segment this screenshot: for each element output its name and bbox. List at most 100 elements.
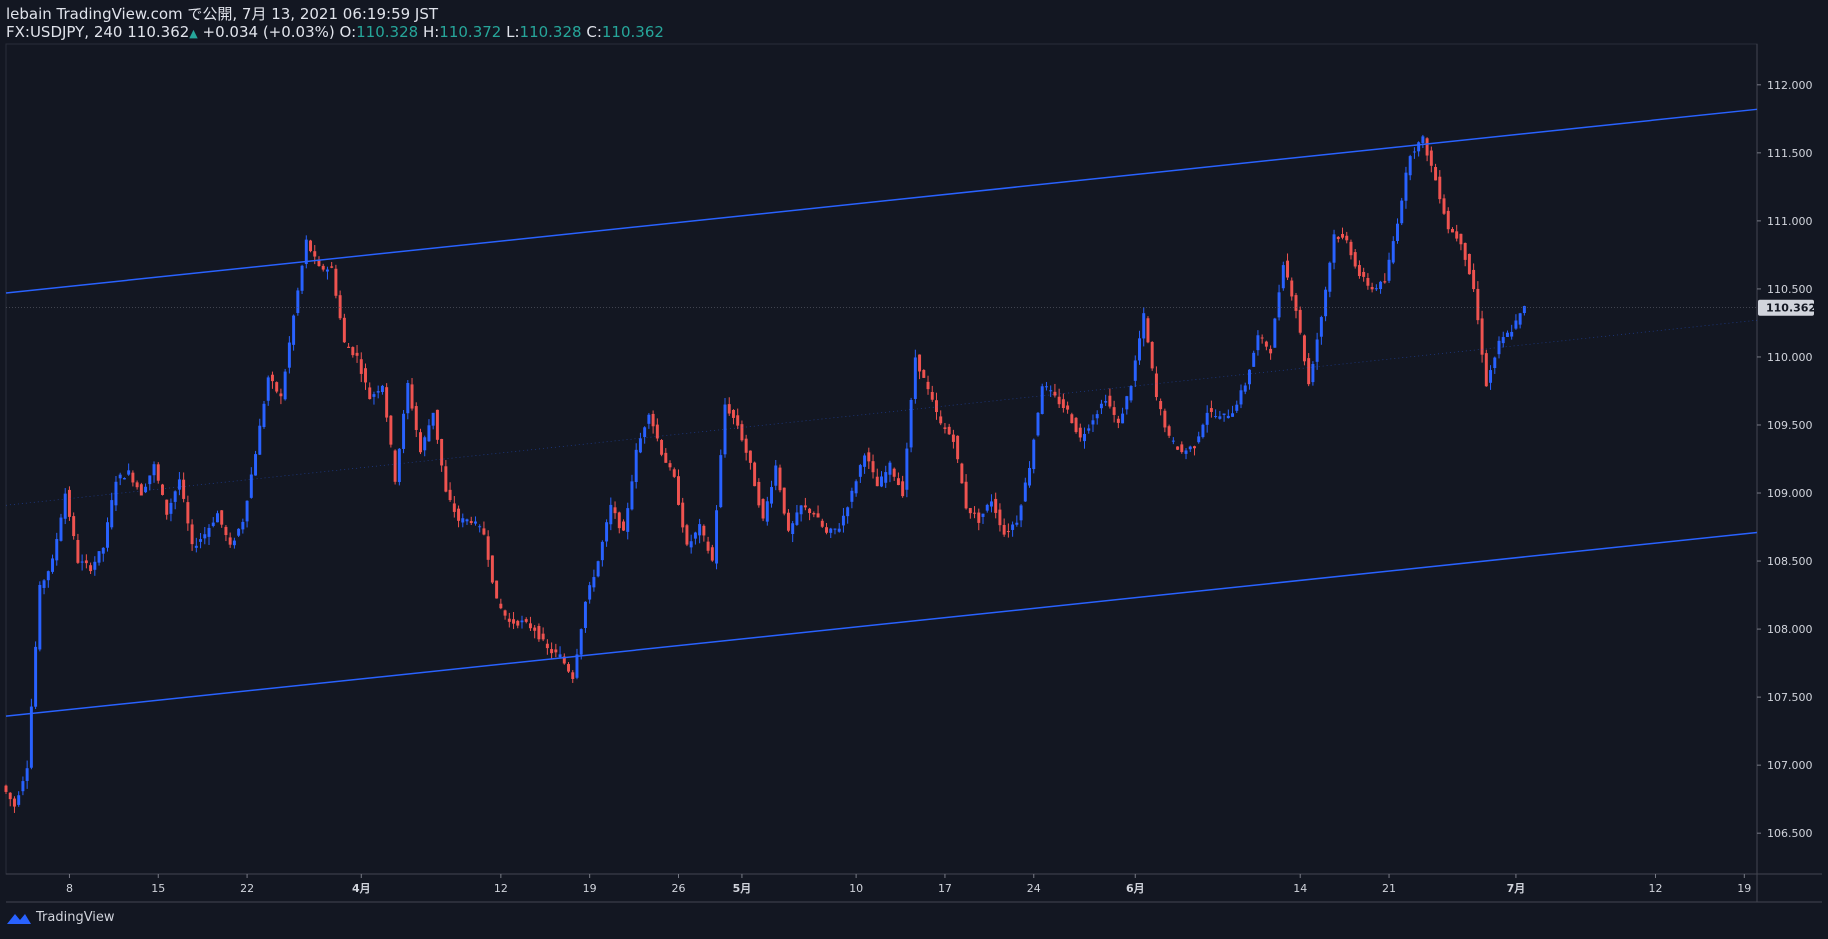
candle-body [943,427,947,429]
candle-body [825,527,828,533]
price-chart[interactable]: 106.500 107.000 107.500 108.000 108.500 109.0… [0,0,1828,939]
candle-body [989,501,993,507]
candle-body [419,432,422,453]
candle-body [393,450,397,482]
candle-body [46,571,50,581]
candle-body [1006,531,1010,533]
plot-frame [5,43,1758,875]
candle-body [127,470,131,475]
candle-body [431,412,435,426]
candle-body [575,654,579,678]
candle-body [80,561,84,563]
candle-body [38,584,42,650]
candle-body [389,415,393,445]
candle-body [1154,373,1158,398]
candle-body [1193,446,1196,449]
y-tick-label: 109.500 [1767,419,1813,432]
candle-body [1015,522,1019,525]
candle-body [355,352,359,356]
x-tick-label: 26 [671,882,685,895]
candle-body [706,541,710,551]
candle-body [1353,252,1357,267]
candle-body [448,489,452,501]
candle-body [224,526,228,536]
candle-body [994,498,998,513]
candle-body [1036,412,1040,436]
candle-body [799,505,803,515]
candle-body [1277,292,1281,318]
candle-body [1501,337,1505,344]
candle-body [473,521,477,524]
candle-body [161,484,164,495]
candle-body [1095,414,1099,419]
x-tick-label: 4月 [352,882,371,895]
candle-body [266,377,270,401]
candle-body [719,455,723,508]
candle-body [528,623,532,629]
candle-body [148,475,152,485]
candle-body [634,449,638,482]
candle-body [63,493,67,519]
candle-body [8,792,12,800]
candle-body [655,424,659,439]
candle-body [478,526,482,528]
candle-body [1341,233,1344,238]
channel-line-upper [5,108,1758,294]
candle-body [296,290,300,313]
candle-body [588,585,592,600]
candles-group [4,134,1526,813]
candle-body [740,424,744,441]
candle-body [1362,271,1366,277]
candle-body [1446,210,1450,230]
candle-body [1133,360,1137,381]
candle-body [110,500,114,528]
candle-body [313,251,317,257]
candle-body [748,450,752,463]
candle-body [774,465,778,486]
candle-body [1011,524,1015,530]
candle-body [42,580,46,588]
x-tick-label: 12 [494,882,508,895]
candle-body [503,610,507,616]
x-tick-label: 7月 [1507,882,1526,895]
candle-body [964,481,968,509]
candle-body [689,541,693,548]
candle-body [1019,505,1023,521]
candle-body [321,265,325,270]
y-tick-label: 112.000 [1767,79,1813,92]
candle-body [1514,320,1518,329]
candle-body [1087,428,1091,431]
candle-body [541,633,545,640]
y-tick-label: 108.000 [1767,623,1813,636]
candle-body [1150,341,1154,369]
candle-body [579,629,583,655]
candle-body [1066,405,1070,410]
candle-body [1108,395,1112,407]
candle-body [973,512,977,514]
candle-body [744,438,748,453]
candle-body [791,523,795,535]
candle-body [956,435,960,460]
candle-body [1112,407,1116,415]
candle-body [385,387,389,418]
candle-body [1442,198,1446,214]
candle-body [368,387,372,400]
candle-body [220,510,224,525]
candle-body [846,507,850,517]
candle-body [207,527,211,537]
candle-body [820,520,824,527]
candle-body [406,382,410,414]
candle-body [1400,200,1404,224]
candle-body [1040,386,1044,414]
candle-body [1125,396,1129,410]
candle-body [1163,410,1167,428]
x-tick-label: 22 [240,882,254,895]
candle-body [1298,309,1302,333]
candle-body [194,545,198,548]
candle-body [4,785,8,792]
candle-body [981,513,985,517]
candle-body [998,509,1002,526]
footer-brand[interactable]: TradingView [6,910,115,925]
candle-body [1032,439,1036,470]
x-tick-label: 14 [1293,882,1307,895]
